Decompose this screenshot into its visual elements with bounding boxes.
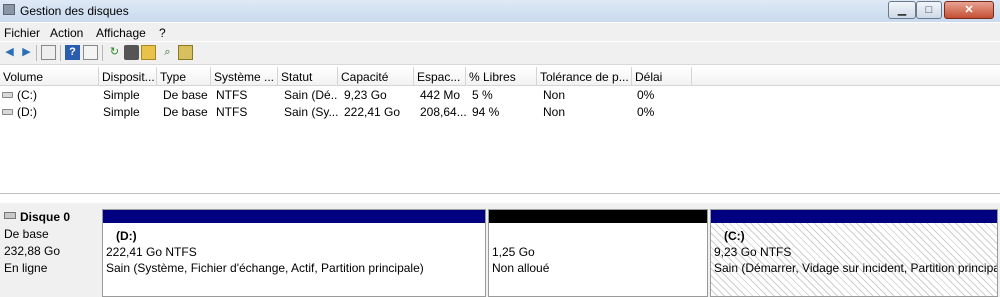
column-header-disposition[interactable]: Disposit... (99, 67, 157, 86)
partition-label: (D:) (116, 229, 137, 243)
search-icon[interactable]: ⌕ (160, 45, 175, 60)
cell-pourcentage-libres: 5 % (472, 88, 493, 102)
properties-icon[interactable] (83, 45, 98, 60)
cell-volume: (C:) (17, 88, 37, 102)
cell-tolerance: Non (543, 88, 566, 102)
table-row[interactable]: (D:) Simple De base NTFS Sain (Sy... 222… (0, 104, 1000, 120)
column-header-filler (692, 67, 1000, 86)
partition-label (492, 228, 704, 244)
volume-icon (2, 92, 13, 98)
menu-fichier[interactable]: Fichier (4, 26, 40, 40)
cell-espace-libre: 442 Mo (420, 88, 461, 102)
table-row[interactable]: (C:) Simple De base NTFS Sain (Dé... 9,2… (0, 87, 1000, 103)
title-bar: Gestion des disques ▁ □ ✕ (0, 0, 1000, 22)
disk-type: De base (4, 227, 49, 241)
cell-volume: (D:) (17, 105, 37, 119)
partition-status: Sain (Système, Fichier d'échange, Actif,… (106, 261, 424, 275)
column-header-espace-libre[interactable]: Espac... (414, 67, 466, 86)
rescan-disks-icon[interactable] (124, 45, 139, 60)
column-header-delai[interactable]: Délai (632, 67, 692, 86)
toolbar-separator (60, 45, 61, 61)
cell-capacite: 222,41 Go (344, 105, 401, 119)
cell-capacite: 9,23 Go (344, 88, 387, 102)
partition-body: (C:) 9,23 Go NTFS Sain (Démarrer, Vidage… (711, 223, 997, 296)
cell-systeme: NTFS (216, 88, 248, 102)
disk-icon (4, 212, 16, 219)
back-arrow-icon[interactable]: ◀ (2, 45, 17, 60)
menu-help[interactable]: ? (159, 26, 166, 40)
partition-c[interactable]: (C:) 9,23 Go NTFS Sain (Démarrer, Vidage… (710, 209, 998, 297)
maximize-button[interactable]: □ (916, 1, 942, 19)
partition-d[interactable]: (D:) 222,41 Go NTFS Sain (Système, Fichi… (102, 209, 486, 297)
column-header-capacite[interactable]: Capacité (338, 67, 414, 86)
column-header-type[interactable]: Type (157, 67, 211, 86)
disk-status: En ligne (4, 261, 48, 275)
cell-statut: Sain (Dé... (284, 88, 338, 102)
partition-body: 1,25 Go Non alloué (489, 223, 707, 296)
partition-body: (D:) 222,41 Go NTFS Sain (Système, Fichi… (103, 223, 485, 296)
column-header-statut[interactable]: Statut (278, 67, 338, 86)
partition-status: Sain (Démarrer, Vidage sur incident, Par… (714, 261, 997, 275)
close-button[interactable]: ✕ (944, 1, 994, 19)
window-title: Gestion des disques (20, 4, 129, 18)
disk-management-app-icon (3, 4, 15, 15)
cell-type: De base (163, 105, 208, 119)
column-header-tolerance[interactable]: Tolérance de p... (537, 67, 632, 86)
column-header-volume[interactable]: Volume (0, 67, 99, 86)
cell-disposition: Simple (103, 105, 140, 119)
partition-size: 9,23 Go NTFS (714, 245, 792, 259)
volume-list: Volume Disposit... Type Système ... Stat… (0, 67, 1000, 194)
partition-status: Non alloué (492, 261, 550, 275)
minimize-button[interactable]: ▁ (888, 1, 916, 19)
column-header-systeme[interactable]: Système ... (211, 67, 278, 86)
toolbar-separator (102, 45, 103, 61)
partition-size: 222,41 Go NTFS (106, 245, 197, 259)
cell-espace-libre: 208,64... (420, 105, 466, 119)
partition-label: (C:) (724, 229, 745, 243)
cell-tolerance: Non (543, 105, 566, 119)
cell-delai: 0% (637, 105, 655, 119)
disk-size: 232,88 Go (4, 244, 61, 258)
partition-size: 1,25 Go (492, 245, 535, 259)
cell-pourcentage-libres: 94 % (472, 105, 500, 119)
cell-delai: 0% (637, 88, 655, 102)
refresh-icon[interactable]: ↻ (107, 45, 122, 60)
partition-bar (103, 210, 485, 223)
volume-icon (2, 109, 13, 115)
disk-graphical-view: Disque 0 De base 232,88 Go En ligne (D:)… (0, 203, 1000, 297)
column-header-pourcentage-libres[interactable]: % Libres (466, 67, 537, 86)
cell-type: De base (163, 88, 208, 102)
forward-arrow-icon[interactable]: ▶ (19, 45, 34, 60)
help-icon[interactable]: ? (65, 45, 80, 60)
partition-bar (489, 210, 707, 223)
show-hide-console-tree-icon[interactable] (41, 45, 56, 60)
cell-statut: Sain (Sy... (284, 105, 338, 119)
partition-bar (711, 210, 997, 223)
disk-info[interactable]: Disque 0 De base 232,88 Go En ligne (0, 203, 100, 297)
cell-disposition: Simple (103, 88, 140, 102)
toolbar-separator (36, 45, 37, 61)
open-icon[interactable] (141, 45, 156, 60)
menu-affichage[interactable]: Affichage (96, 26, 146, 40)
menu-action[interactable]: Action (50, 26, 83, 40)
menu-bar: Fichier Action Affichage ? (0, 23, 1000, 41)
toolbar: ◀ ▶ ? ↻ ⌕ (0, 42, 1000, 65)
export-icon[interactable] (178, 45, 193, 60)
partition-unallocated[interactable]: 1,25 Go Non alloué (488, 209, 708, 297)
disk-name: Disque 0 (20, 210, 71, 224)
cell-systeme: NTFS (216, 105, 248, 119)
